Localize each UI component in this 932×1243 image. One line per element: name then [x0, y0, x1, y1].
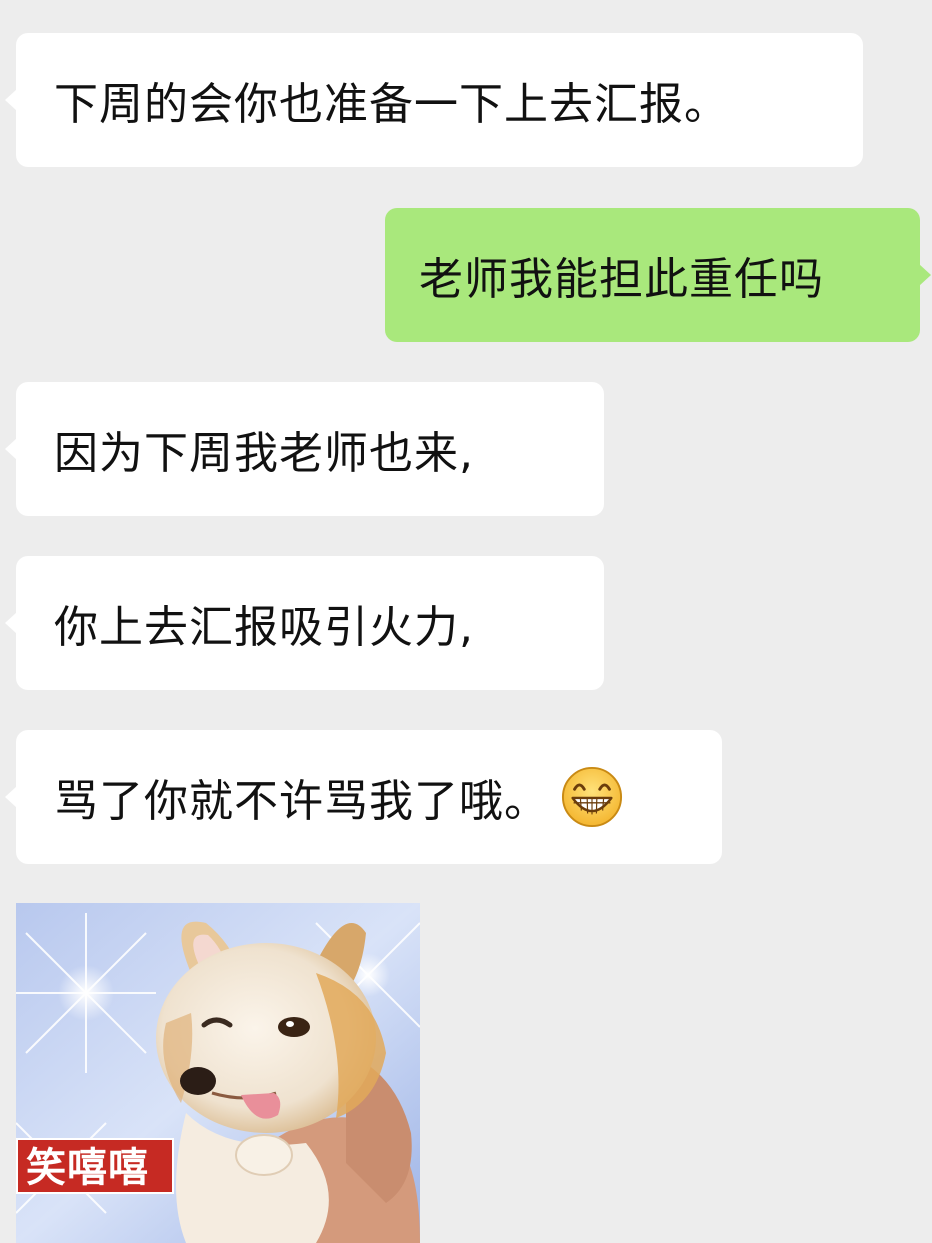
message-bubble-incoming[interactable]: 下周的会你也准备一下上去汇报。 [5, 33, 863, 167]
message-bubble-incoming[interactable]: 骂了你就不许骂我了哦。 [5, 730, 722, 864]
message-text: 因为下周我老师也来, [54, 428, 474, 479]
bubble-tail [919, 264, 931, 286]
sticker-caption: 笑嘻嘻 [16, 1138, 174, 1194]
bubble-tail [5, 89, 17, 111]
message-text: 你上去汇报吸引火力, [54, 602, 474, 653]
bubble-tail [5, 786, 17, 808]
message-text: 下周的会你也准备一下上去汇报。 [54, 79, 729, 130]
bubble-tail [5, 438, 17, 460]
message-bubble-incoming[interactable]: 你上去汇报吸引火力, [5, 556, 604, 690]
message-bubble-outgoing[interactable]: 老师我能担此重任吗 [385, 208, 931, 342]
grin-face-icon [561, 766, 623, 828]
message-bubble-incoming[interactable]: 因为下周我老师也来, [5, 382, 604, 516]
message-text: 老师我能担此重任吗 [419, 254, 824, 305]
sticker-image[interactable]: 笑嘻嘻 [16, 903, 420, 1243]
message-text: 骂了你就不许骂我了哦。 [54, 776, 549, 827]
bubble-tail [5, 612, 17, 634]
chat-area: 下周的会你也准备一下上去汇报。 老师我能担此重任吗 因为下周我老师也来, 你上去… [0, 0, 932, 1243]
